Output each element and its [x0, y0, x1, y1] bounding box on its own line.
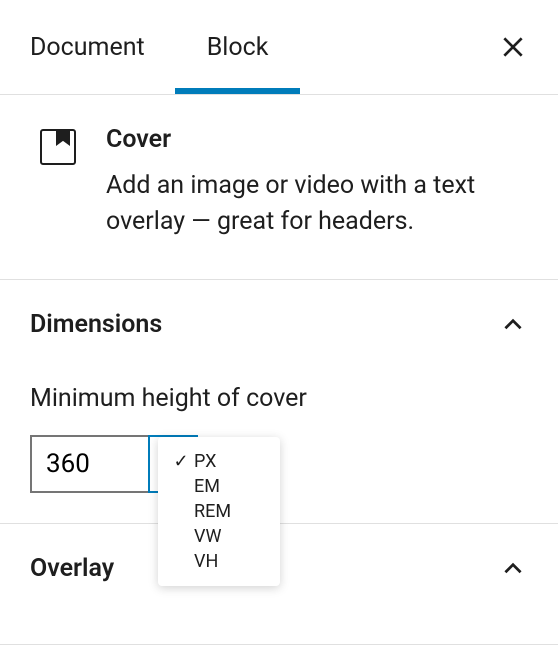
unit-option-label: VH	[194, 551, 218, 572]
unit-dropdown: ✓PXEMREMVWVH	[158, 437, 280, 586]
unit-option-px[interactable]: ✓PX	[158, 449, 280, 474]
sidebar-tabs: Document Block	[0, 0, 558, 95]
check-icon: ✓	[168, 451, 194, 472]
min-height-input[interactable]	[30, 435, 150, 493]
panel-dimensions: Dimensions Minimum height of cover PX ✓P…	[0, 280, 558, 524]
cover-block-icon	[40, 129, 76, 165]
tab-block-label: Block	[207, 33, 269, 62]
unit-option-vw[interactable]: VW	[158, 524, 280, 549]
tab-document[interactable]: Document	[30, 0, 145, 94]
block-description: Add an image or video with a text overla…	[106, 168, 528, 241]
min-height-field: PX ✓PXEMREMVWVH	[30, 435, 528, 493]
panel-dimensions-header[interactable]: Dimensions	[30, 310, 528, 340]
unit-option-label: REM	[194, 501, 231, 522]
bookmark-icon	[56, 129, 70, 146]
unit-option-vh[interactable]: VH	[158, 549, 280, 574]
tab-block[interactable]: Block	[207, 0, 269, 94]
unit-option-label: EM	[194, 476, 220, 497]
min-height-label: Minimum height of cover	[30, 384, 528, 413]
chevron-up-icon	[498, 310, 528, 340]
block-summary: Cover Add an image or video with a text …	[0, 95, 558, 280]
unit-option-em[interactable]: EM	[158, 474, 280, 499]
chevron-up-icon	[498, 554, 528, 584]
close-button[interactable]	[498, 32, 528, 62]
unit-option-rem[interactable]: REM	[158, 499, 280, 524]
block-title: Cover	[106, 125, 528, 154]
close-icon	[500, 34, 526, 60]
unit-option-label: VW	[194, 526, 221, 547]
unit-option-label: PX	[194, 451, 216, 472]
panel-dimensions-title: Dimensions	[30, 310, 498, 339]
tab-active-underline	[175, 88, 301, 94]
